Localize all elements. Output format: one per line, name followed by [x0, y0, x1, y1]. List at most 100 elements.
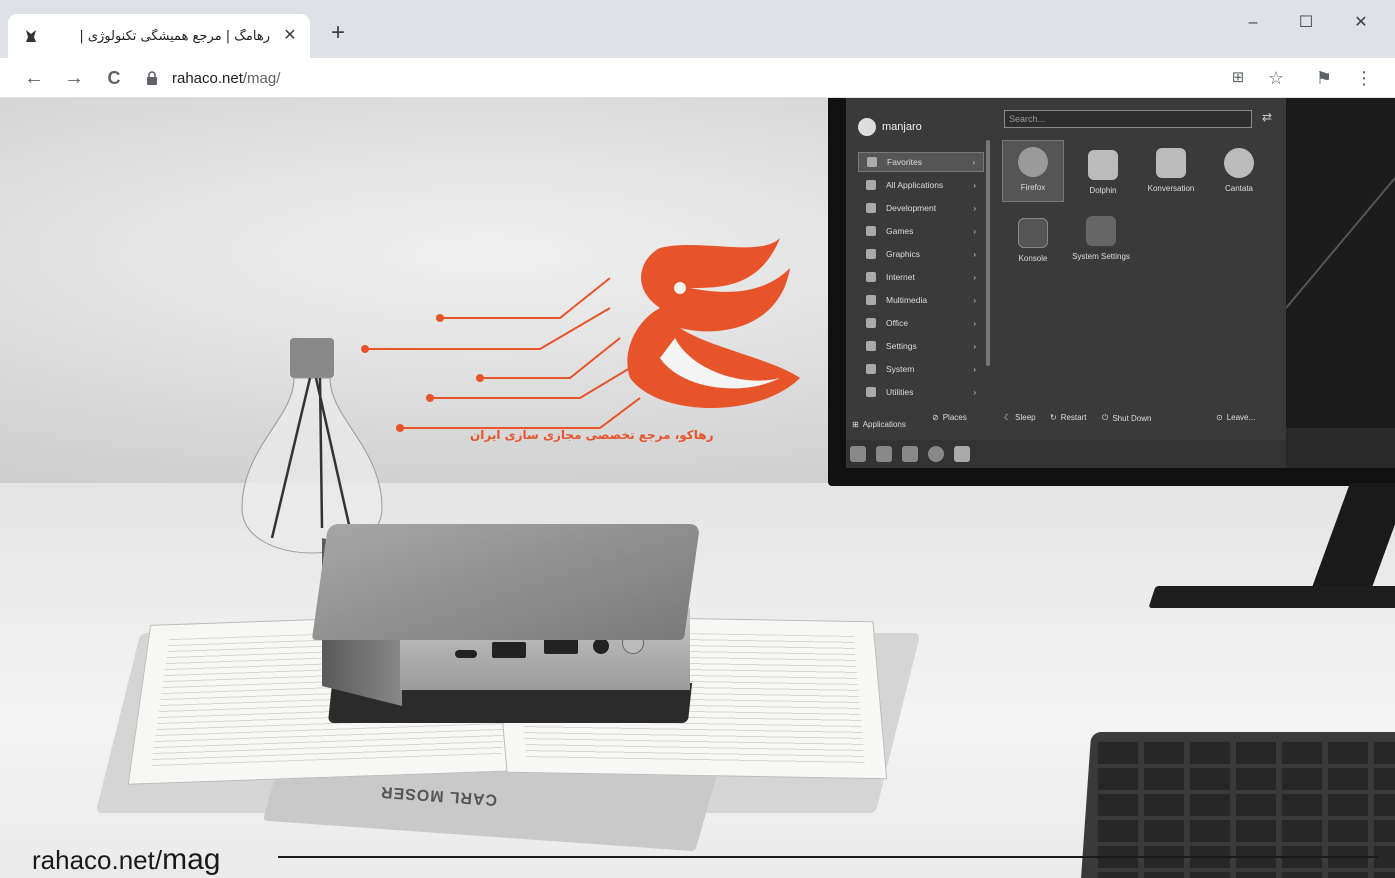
pager-icon[interactable]: [954, 446, 970, 462]
chevron-right-icon: ›: [973, 341, 976, 351]
mini-pc-top: [311, 524, 701, 640]
chevron-right-icon: ›: [972, 157, 975, 167]
kde-cat-office[interactable]: Office ›: [858, 313, 984, 333]
forward-button[interactable]: →: [60, 64, 88, 92]
kde-username: manjaro: [882, 121, 922, 133]
kde-cat-system[interactable]: System ›: [858, 359, 984, 379]
office-icon: [866, 318, 876, 328]
chevron-right-icon: ›: [973, 387, 976, 397]
app-konversation[interactable]: Konversation: [1140, 148, 1202, 193]
kde-bottom-label: Applications: [862, 420, 906, 429]
kde-cat-label: Graphics: [886, 249, 921, 259]
address-bar[interactable]: rahaco.net/mag/: [144, 62, 1214, 94]
minimize-button[interactable]: –: [1230, 8, 1276, 38]
kde-search-input[interactable]: Search...: [1004, 110, 1252, 128]
chevron-right-icon: ›: [973, 318, 976, 328]
folder-icon: [1088, 150, 1118, 180]
rahaco-logo-icon: [361, 238, 800, 432]
chevron-right-icon: ›: [973, 203, 976, 213]
kde-leave-button[interactable]: ⊙ Leave...: [1216, 413, 1255, 422]
kde-cat-label: Settings: [886, 341, 917, 351]
app-label: Dolphin: [1089, 186, 1117, 195]
watermark-suffix: mag: [162, 843, 221, 876]
sleep-icon: ☾: [1004, 413, 1012, 422]
app-label: Cantata: [1224, 184, 1254, 193]
power-icon: ⏻: [1102, 413, 1109, 422]
url-path: /mag/: [242, 69, 281, 87]
restart-icon: ↻: [1050, 413, 1057, 422]
folder-icon[interactable]: [902, 446, 918, 462]
kde-cat-internet[interactable]: Internet ›: [858, 267, 984, 287]
kde-tab-applications[interactable]: ⊞ Applications: [852, 420, 906, 429]
audio-jack-icon: [593, 638, 609, 654]
usb-a-port-icon: [544, 638, 578, 654]
kde-user: manjaro: [858, 118, 922, 136]
kde-cat-label: All Applications: [886, 180, 944, 190]
kde-cat-label: Multimedia: [886, 295, 928, 305]
kde-cat-label: Games: [886, 226, 914, 236]
kde-restart-button[interactable]: ↻ Restart: [1050, 413, 1087, 422]
manjaro-launcher-icon[interactable]: [850, 446, 866, 462]
browser-toolbar: ← → C rahaco.net/mag/ ⊞ ☆ ⚑ ⋮: [0, 58, 1395, 98]
development-icon: [866, 203, 876, 213]
firefox-icon: [1018, 147, 1048, 177]
app-konsole[interactable]: Konsole: [1002, 218, 1064, 263]
kde-cat-label: Development: [886, 203, 937, 213]
kde-cat-label: Utilities: [886, 387, 914, 397]
desktop-wallpaper: [1285, 98, 1395, 428]
chevron-right-icon: ›: [973, 272, 976, 282]
kde-cat-label: Office: [886, 318, 909, 328]
kde-cat-utilities[interactable]: Utilities ›: [858, 382, 984, 402]
leave-icon: ⊙: [1216, 413, 1223, 422]
browser-menu-icon[interactable]: ⋮: [1352, 66, 1376, 90]
kde-bottom-label: Shut Down: [1112, 413, 1152, 423]
chat-icon: [1156, 148, 1186, 178]
watermark-rule: [278, 856, 1378, 858]
tab-title: رهامگ | مرجع همیشگی تکنولوژی |: [79, 28, 270, 44]
kde-configure-icon[interactable]: ⇄: [1262, 110, 1272, 124]
kde-cat-favorites[interactable]: Favorites ›: [858, 152, 984, 172]
kde-cat-label: System: [886, 364, 915, 374]
close-window-button[interactable]: ✕: [1338, 8, 1384, 38]
usb-a-port-icon: [492, 642, 526, 658]
app-system-settings[interactable]: System Settings: [1070, 216, 1132, 261]
url-host: rahaco.net: [172, 69, 243, 87]
translate-icon[interactable]: ⊞: [1226, 66, 1250, 90]
desktop-icon[interactable]: [876, 446, 892, 462]
kde-menu-scrollbar[interactable]: [986, 140, 990, 366]
kde-cat-development[interactable]: Development ›: [858, 198, 984, 218]
firefox-icon[interactable]: [928, 446, 944, 462]
favorites-icon: [867, 157, 877, 167]
kde-cat-settings[interactable]: Settings ›: [858, 336, 984, 356]
tab-close-icon[interactable]: ✕: [280, 26, 300, 46]
extension-icon[interactable]: ⚑: [1312, 66, 1336, 90]
new-tab-button[interactable]: +: [324, 20, 352, 48]
maximize-button[interactable]: ☐: [1283, 8, 1329, 38]
compass-icon: ⊘: [932, 413, 939, 422]
kde-cat-label: Favorites: [887, 157, 922, 167]
kde-taskbar: [846, 440, 1286, 468]
bookmark-star-icon[interactable]: ☆: [1264, 66, 1288, 90]
browser-tab[interactable]: رهامگ | مرجع همیشگی تکنولوژی | ✕: [8, 14, 310, 58]
app-firefox[interactable]: Firefox: [1002, 140, 1064, 202]
kde-cat-multimedia[interactable]: Multimedia ›: [858, 290, 984, 310]
kde-bottom-label: Restart: [1060, 413, 1087, 422]
back-button[interactable]: ←: [20, 64, 48, 92]
logo-caption: رهاکو، مرجع تخصصی مجازی سازی ایران: [470, 428, 714, 442]
watermark-url: rahaco.net/mag: [32, 843, 220, 877]
kde-cat-graphics[interactable]: Graphics ›: [858, 244, 984, 264]
kde-shutdown-button[interactable]: ⏻ Shut Down: [1102, 413, 1151, 423]
app-dolphin[interactable]: Dolphin: [1072, 150, 1134, 195]
kde-cat-games[interactable]: Games ›: [858, 221, 984, 241]
grid-icon: [866, 180, 876, 190]
app-cantata[interactable]: Cantata: [1208, 148, 1270, 193]
tab-strip: رهامگ | مرجع همیشگی تکنولوژی | ✕ + – ☐ ✕: [0, 0, 1395, 58]
reload-button[interactable]: C: [100, 64, 128, 92]
app-label: Konversation: [1147, 184, 1195, 193]
kde-sleep-button[interactable]: ☾ Sleep: [1004, 413, 1036, 422]
kde-cat-all-applications[interactable]: All Applications ›: [858, 175, 984, 195]
watermark-prefix: rahaco.net/: [32, 845, 163, 875]
kde-tab-places[interactable]: ⊘ Places: [932, 413, 967, 422]
chevron-right-icon: ›: [973, 226, 976, 236]
monitor-stand-base: [1148, 586, 1395, 608]
